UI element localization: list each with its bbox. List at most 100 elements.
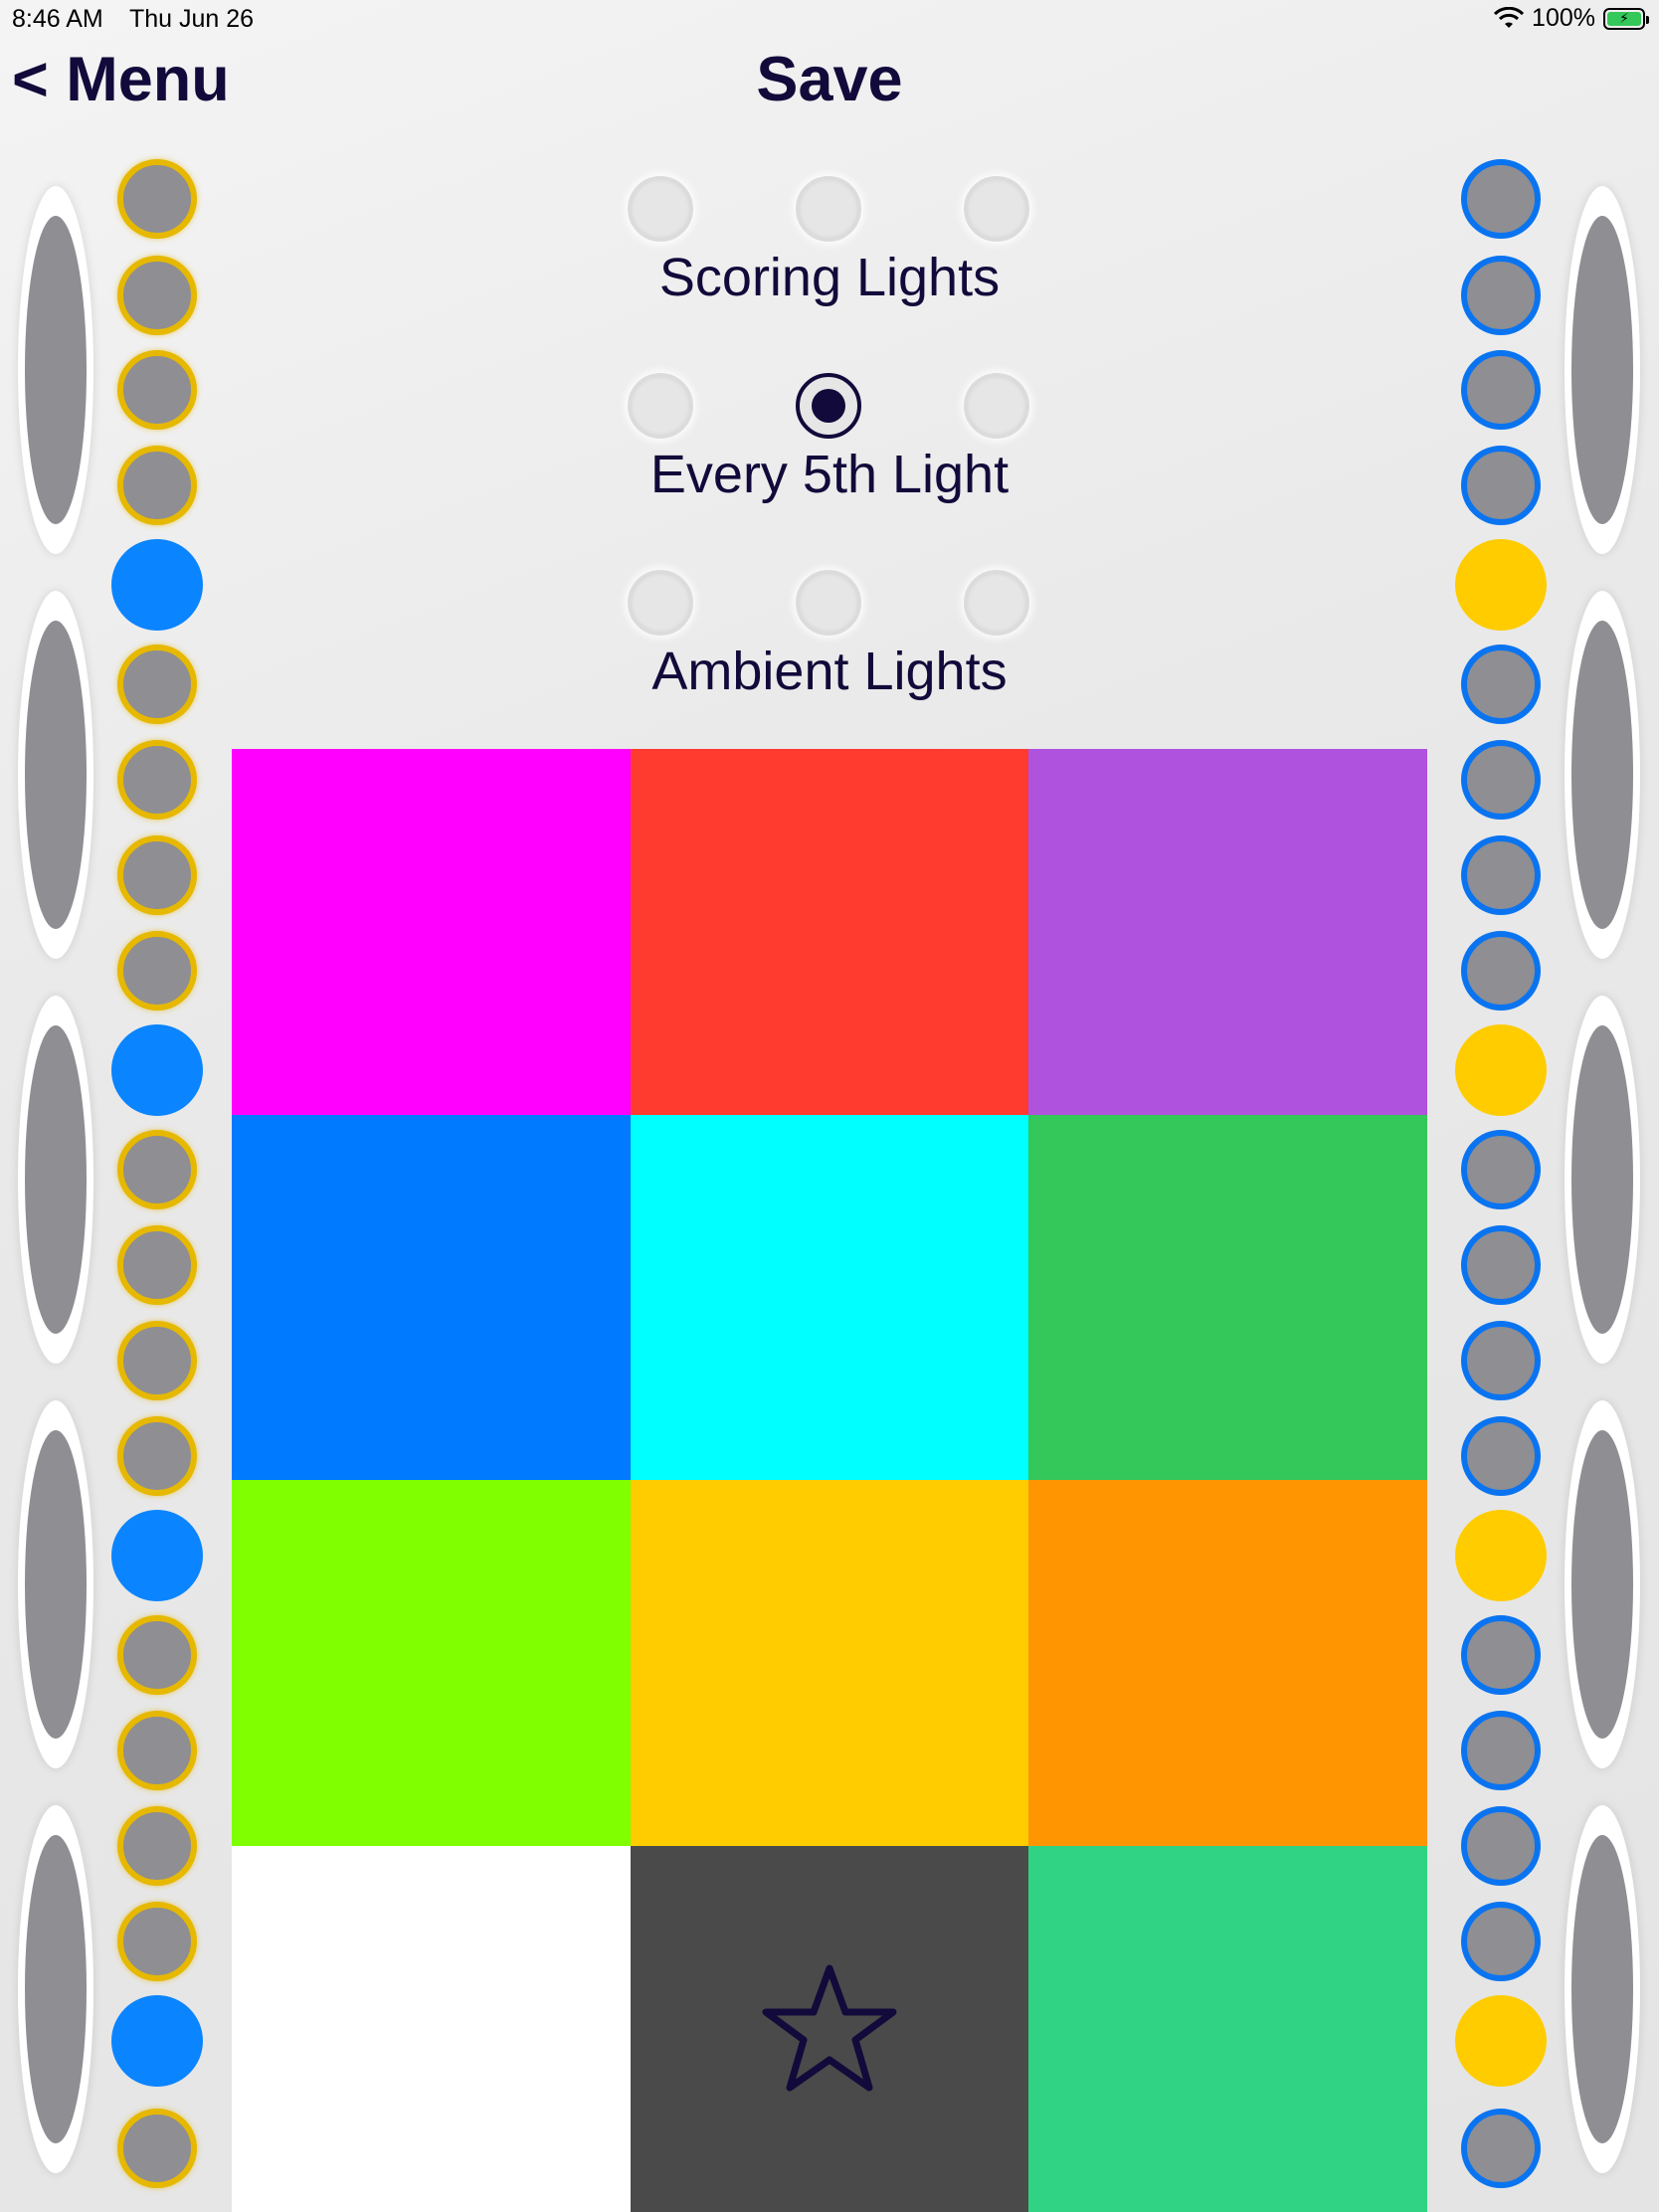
- ambient-lights-options: [597, 570, 1062, 649]
- left-led-18[interactable]: [117, 1806, 197, 1886]
- left-led-8[interactable]: [117, 835, 197, 915]
- every-5th-light-label: Every 5th Light: [649, 445, 1010, 504]
- left-led-9[interactable]: [117, 931, 197, 1011]
- right-led-2[interactable]: [1461, 256, 1541, 335]
- left-led-21[interactable]: [117, 2109, 197, 2188]
- color-swatch[interactable]: [1028, 1480, 1427, 1846]
- color-palette-grid: [232, 749, 1427, 2212]
- scoring-option-2-radio[interactable]: [796, 176, 861, 242]
- ambient-lights-label: Ambient Lights: [651, 642, 1008, 701]
- lane-inner: [25, 1835, 87, 2143]
- right-led-13[interactable]: [1461, 1321, 1541, 1400]
- left-led-17[interactable]: [117, 1711, 197, 1790]
- scoring-lights-options: [597, 176, 1062, 256]
- color-swatch[interactable]: [1028, 1846, 1427, 2212]
- left-led-6[interactable]: [117, 645, 197, 724]
- battery-percent: 100%: [1532, 4, 1595, 32]
- status-bar: 8:46 AM Thu Jun 26 100% ⚡: [0, 0, 1659, 40]
- left-lane-oval: [18, 591, 93, 959]
- ambient-option-1-radio[interactable]: [628, 570, 693, 636]
- left-led-3[interactable]: [117, 350, 197, 430]
- right-lane-oval: [1565, 1400, 1640, 1768]
- right-lane-oval: [1565, 996, 1640, 1364]
- lane-inner: [1571, 1430, 1633, 1739]
- wifi-icon: [1494, 6, 1525, 28]
- right-led-17[interactable]: [1461, 1711, 1541, 1790]
- nav-title: Save: [0, 44, 1659, 115]
- left-led-2[interactable]: [117, 256, 197, 335]
- every-5th-light-options: [597, 373, 1062, 453]
- battery-charging-icon: ⚡: [1603, 7, 1649, 30]
- left-led-7[interactable]: [117, 740, 197, 820]
- menu-back-button[interactable]: < Menu: [12, 44, 230, 115]
- ambient-option-2-radio[interactable]: [796, 570, 861, 636]
- left-led-12[interactable]: [117, 1225, 197, 1305]
- left-led-15[interactable]: [111, 1510, 203, 1601]
- scoring-lights-label: Scoring Lights: [658, 248, 1001, 307]
- right-led-7[interactable]: [1461, 740, 1541, 820]
- right-led-16[interactable]: [1461, 1615, 1541, 1695]
- left-led-14[interactable]: [117, 1416, 197, 1496]
- right-led-9[interactable]: [1461, 931, 1541, 1011]
- scoring-option-1-radio[interactable]: [628, 176, 693, 242]
- left-led-11[interactable]: [117, 1130, 197, 1209]
- right-led-20[interactable]: [1455, 1995, 1547, 2087]
- lane-inner: [1571, 1025, 1633, 1334]
- right-led-21[interactable]: [1461, 2109, 1541, 2188]
- right-lane-oval: [1565, 1805, 1640, 2173]
- lane-inner: [1571, 621, 1633, 929]
- color-swatch[interactable]: [232, 1480, 631, 1846]
- right-led-18[interactable]: [1461, 1806, 1541, 1886]
- right-led-8[interactable]: [1461, 835, 1541, 915]
- right-led-1[interactable]: [1461, 159, 1541, 239]
- right-led-6[interactable]: [1461, 645, 1541, 724]
- star-icon: [762, 1964, 897, 2092]
- color-swatch[interactable]: [232, 749, 631, 1115]
- status-indicators: 100% ⚡: [1494, 4, 1649, 33]
- left-led-19[interactable]: [117, 1902, 197, 1981]
- color-swatch[interactable]: [1028, 749, 1427, 1115]
- right-led-15[interactable]: [1455, 1510, 1547, 1601]
- left-led-13[interactable]: [117, 1321, 197, 1400]
- color-swatch[interactable]: [631, 1115, 1028, 1480]
- right-led-11[interactable]: [1461, 1130, 1541, 1209]
- ambient-option-3-radio[interactable]: [964, 570, 1029, 636]
- every-5th-option-2-radio-selected[interactable]: [796, 373, 861, 439]
- favorite-color-swatch[interactable]: [631, 1846, 1028, 2212]
- lane-inner: [25, 621, 87, 929]
- right-led-19[interactable]: [1461, 1902, 1541, 1981]
- left-led-20[interactable]: [111, 1995, 203, 2087]
- left-lane-oval: [18, 996, 93, 1364]
- left-lane-oval: [18, 1400, 93, 1768]
- right-led-3[interactable]: [1461, 350, 1541, 430]
- color-swatch[interactable]: [631, 749, 1028, 1115]
- lane-inner: [25, 1025, 87, 1334]
- status-time: 8:46 AM: [12, 5, 103, 33]
- color-swatch[interactable]: [232, 1846, 631, 2212]
- lane-inner: [1571, 216, 1633, 524]
- lane-inner: [1571, 1835, 1633, 2143]
- right-led-4[interactable]: [1461, 446, 1541, 525]
- lane-inner: [25, 216, 87, 524]
- scoring-option-3-radio[interactable]: [964, 176, 1029, 242]
- left-led-16[interactable]: [117, 1615, 197, 1695]
- left-lane-oval: [18, 1805, 93, 2173]
- status-date: Thu Jun 26: [129, 5, 255, 33]
- left-led-1[interactable]: [117, 159, 197, 239]
- left-led-4[interactable]: [117, 446, 197, 525]
- every-5th-option-3-radio[interactable]: [964, 373, 1029, 439]
- right-led-14[interactable]: [1461, 1416, 1541, 1496]
- right-led-5[interactable]: [1455, 539, 1547, 631]
- right-lane-oval: [1565, 591, 1640, 959]
- save-button[interactable]: Save: [756, 45, 902, 114]
- color-swatch[interactable]: [232, 1115, 631, 1480]
- color-swatch[interactable]: [631, 1480, 1028, 1846]
- color-swatch[interactable]: [1028, 1115, 1427, 1480]
- right-led-12[interactable]: [1461, 1225, 1541, 1305]
- lane-inner: [25, 1430, 87, 1739]
- right-led-10[interactable]: [1455, 1024, 1547, 1116]
- right-lane-oval: [1565, 186, 1640, 554]
- left-led-10[interactable]: [111, 1024, 203, 1116]
- left-led-5[interactable]: [111, 539, 203, 631]
- every-5th-option-1-radio[interactable]: [628, 373, 693, 439]
